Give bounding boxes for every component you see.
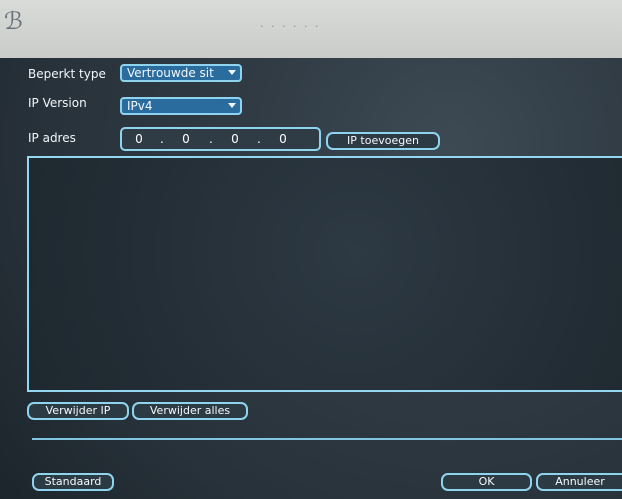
ip-address-input[interactable]: 0 . 0 . 0 . 0 bbox=[120, 127, 321, 151]
ip-version-value: IPv4 bbox=[127, 99, 153, 113]
title-bar: ℬ · · · · · · bbox=[0, 0, 622, 60]
ip-octet-3[interactable]: 0 bbox=[226, 132, 244, 146]
ip-octet-4[interactable]: 0 bbox=[274, 132, 292, 146]
remove-all-button[interactable]: Verwijder alles bbox=[132, 402, 248, 420]
ip-address-label: IP adres bbox=[28, 131, 76, 145]
divider bbox=[32, 438, 622, 440]
ip-version-label: IP Version bbox=[28, 96, 87, 110]
ip-dot: . bbox=[160, 132, 164, 146]
default-button[interactable]: Standaard bbox=[32, 473, 114, 491]
cancel-button[interactable]: Annuleer bbox=[536, 473, 622, 491]
ok-button[interactable]: OK bbox=[441, 473, 532, 491]
ip-octet-1[interactable]: 0 bbox=[130, 132, 148, 146]
ip-list[interactable] bbox=[27, 156, 622, 392]
ip-octet-2[interactable]: 0 bbox=[177, 132, 195, 146]
ip-dot: . bbox=[209, 132, 213, 146]
chevron-down-icon bbox=[228, 103, 236, 108]
restricted-type-select[interactable]: Vertrouwde sit bbox=[120, 64, 242, 82]
window-title: · · · · · · bbox=[260, 20, 321, 33]
add-ip-button[interactable]: IP toevoegen bbox=[326, 132, 440, 150]
ip-version-select[interactable]: IPv4 bbox=[120, 97, 242, 115]
app-logo-icon: ℬ bbox=[4, 7, 23, 35]
restricted-type-label: Beperkt type bbox=[28, 67, 106, 81]
remove-ip-button[interactable]: Verwijder IP bbox=[27, 402, 129, 420]
ip-dot: . bbox=[257, 132, 261, 146]
restricted-type-value: Vertrouwde sit bbox=[127, 66, 214, 80]
chevron-down-icon bbox=[228, 70, 236, 75]
